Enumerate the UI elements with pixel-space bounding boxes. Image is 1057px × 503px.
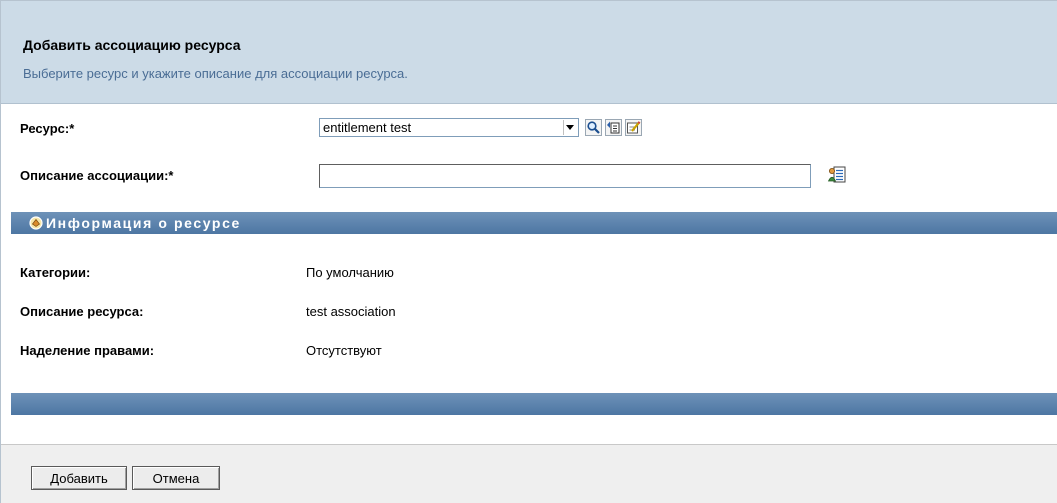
association-description-input[interactable] <box>319 164 811 188</box>
resource-label: Ресурс:* <box>20 121 75 136</box>
resource-select[interactable]: entitlement test <box>319 118 579 137</box>
page-subtitle: Выберите ресурс и укажите описание для а… <box>23 66 408 81</box>
dialog-footer: Добавить Отмена <box>1 444 1057 503</box>
edit-icon[interactable] <box>625 119 642 136</box>
resource-select-value: entitlement test <box>323 120 412 135</box>
categories-label: Категории: <box>20 265 91 280</box>
page-title: Добавить ассоциацию ресурса <box>23 37 241 53</box>
resource-info-title: Информация о ресурсе <box>46 215 241 231</box>
resource-description-value: test association <box>306 304 396 319</box>
text-editor-icon[interactable] <box>827 165 847 185</box>
dialog-header: Добавить ассоциацию ресурса Выберите рес… <box>1 1 1057 104</box>
chevron-down-icon[interactable] <box>563 120 577 135</box>
resource-info-icon <box>29 216 43 233</box>
association-description-label: Описание ассоциации:* <box>20 168 174 183</box>
cancel-button[interactable]: Отмена <box>132 466 220 490</box>
tree-details-icon[interactable] <box>605 119 622 136</box>
entitlement-label: Наделение правами: <box>20 343 155 358</box>
resource-info-header: Информация о ресурсе <box>11 212 1057 234</box>
entitlement-value: Отсутствуют <box>306 343 382 358</box>
search-icon[interactable] <box>585 119 602 136</box>
add-resource-association-dialog: Добавить ассоциацию ресурса Выберите рес… <box>0 0 1057 503</box>
resource-description-label: Описание ресурса: <box>20 304 144 319</box>
section-footer-bar <box>11 393 1057 415</box>
categories-value: По умолчанию <box>306 265 394 280</box>
add-button[interactable]: Добавить <box>31 466 127 490</box>
